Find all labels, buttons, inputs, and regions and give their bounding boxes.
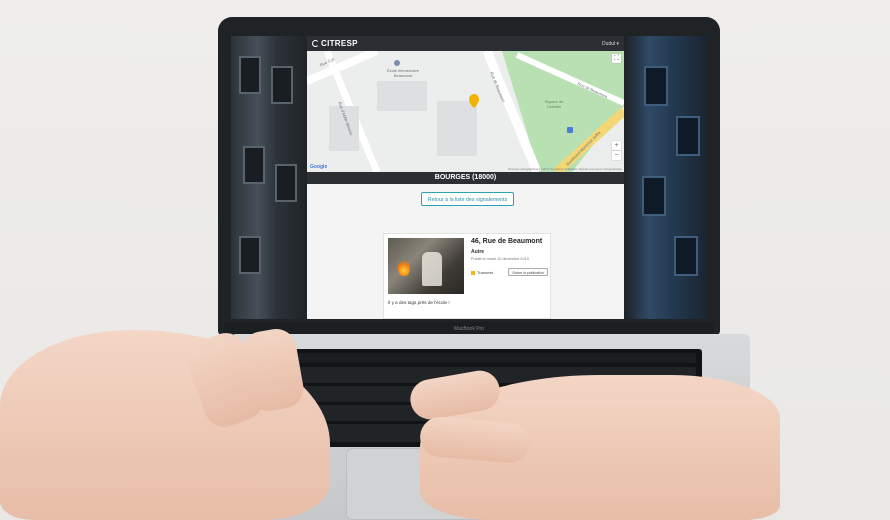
laptop-screen: CITRESP Dudul ▾ Rue Coli Rue d'Abbé More… (231, 36, 708, 319)
figure-graffiti (422, 252, 442, 286)
background-photo-left (231, 36, 307, 319)
fire-graffiti (398, 258, 410, 276)
google-logo: Google (310, 164, 328, 170)
brand-name: CITRESP (321, 39, 358, 48)
building-window (275, 164, 297, 202)
city-header: BOURGES (18000) (307, 172, 624, 184)
report-address: 46, Rue de Beaumont (471, 238, 543, 245)
report-category: Autre (471, 249, 485, 255)
map-attribution[interactable]: Données cartographiques ©2017 Conditions… (508, 167, 622, 171)
report-date: Publié le mardi 10 décembre 2019 (471, 257, 529, 261)
poi-marker (567, 127, 573, 133)
web-app: CITRESP Dudul ▾ Rue Coli Rue d'Abbé More… (307, 36, 624, 319)
zoom-out-button[interactable]: − (612, 151, 621, 160)
back-to-list-button[interactable]: Retour à la liste des signalements (421, 192, 514, 206)
function-key-row[interactable] (298, 353, 696, 363)
school-marker (394, 60, 400, 66)
zoom-in-button[interactable]: + (612, 141, 621, 150)
building (377, 81, 427, 111)
fullscreen-button[interactable]: ⛶ (612, 54, 621, 63)
status-badge: Transmis (471, 270, 493, 275)
building-window (239, 56, 261, 94)
laptop-model-label: MacBook Pro (453, 326, 484, 332)
building-window (676, 116, 700, 156)
navbar: CITRESP Dudul ▾ (307, 36, 624, 51)
report-content: Retour à la liste des signalements 46, R… (307, 184, 624, 319)
status-label: Transmis (477, 270, 494, 275)
building-window (239, 236, 261, 274)
map[interactable]: Rue Coli Rue d'Abbé Moreau Rue de Beaumo… (307, 51, 624, 172)
place-label: École élémentaire Beaumont (386, 68, 420, 78)
follow-button[interactable]: Suivre la publication (508, 268, 548, 276)
building-window (674, 236, 698, 276)
logo-icon (312, 40, 319, 47)
status-icon (471, 270, 475, 275)
building-window (642, 176, 666, 216)
report-card: 46, Rue de Beaumont Autre Publié le mard… (383, 233, 551, 319)
building-window (243, 146, 265, 184)
background-photo-right (624, 36, 708, 319)
building (437, 101, 477, 156)
user-menu[interactable]: Dudul ▾ (602, 41, 619, 47)
report-photo[interactable] (388, 238, 464, 294)
building-window (271, 66, 293, 104)
report-description: Il y a des tags près de l'école ! (388, 300, 450, 305)
building-window (644, 66, 668, 106)
place-label: Square de Celestin (544, 99, 564, 109)
brand-logo[interactable]: CITRESP (312, 39, 358, 48)
